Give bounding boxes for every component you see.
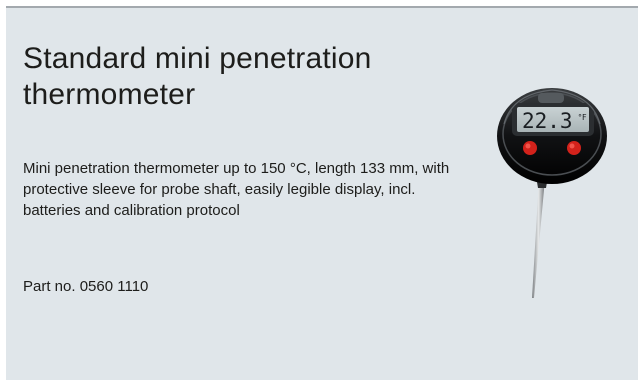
lcd-unit: °F	[578, 113, 587, 122]
product-title: Standard mini penetration thermometer	[23, 42, 372, 111]
product-description: Mini penetration thermometer up to 150 °…	[23, 160, 450, 219]
part-number: Part no. 0560 1110	[23, 278, 149, 295]
lcd-reading: 22.3	[522, 109, 573, 133]
thermometer-image: 22.3 °F	[497, 88, 607, 298]
left-button-icon	[523, 141, 537, 155]
right-button-icon	[567, 141, 581, 155]
probe-shaft	[532, 179, 545, 298]
